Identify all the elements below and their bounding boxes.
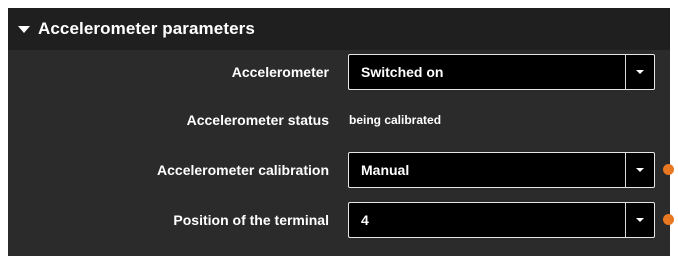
terminal-position-select[interactable]: 4 [348, 202, 655, 238]
section-title: Accelerometer parameters [38, 19, 255, 38]
row-terminal-position: Position of the terminal 4 [8, 202, 674, 238]
terminal-position-select-value: 4 [361, 212, 369, 228]
row-accelerometer-status: Accelerometer status being calibrated [8, 102, 670, 138]
accelerometer-panel: Accelerometer parameters Accelerometer S… [8, 8, 674, 256]
modified-indicator-dot [663, 164, 674, 175]
accelerometer-label: Accelerometer [231, 64, 329, 80]
chevron-down-icon [636, 70, 644, 74]
accelerometer-select-value: Switched on [361, 64, 444, 80]
accelerometer-calibration-dropdown-button[interactable] [625, 153, 654, 187]
terminal-position-label: Position of the terminal [173, 212, 329, 228]
section-header[interactable]: Accelerometer parameters [8, 8, 670, 50]
accelerometer-select[interactable]: Switched on [348, 54, 655, 90]
accelerometer-status-value: being calibrated [349, 113, 442, 127]
chevron-down-icon [636, 218, 644, 222]
caret-down-icon[interactable] [18, 25, 30, 33]
row-accelerometer: Accelerometer Switched on [8, 54, 670, 90]
accelerometer-calibration-label: Accelerometer calibration [157, 162, 329, 178]
accelerometer-status-label: Accelerometer status [186, 112, 329, 128]
chevron-down-icon [636, 168, 644, 172]
accelerometer-dropdown-button[interactable] [625, 55, 654, 89]
accelerometer-calibration-select[interactable]: Manual [348, 152, 655, 188]
modified-indicator-dot [663, 214, 674, 225]
terminal-position-dropdown-button[interactable] [625, 203, 654, 237]
row-accelerometer-calibration: Accelerometer calibration Manual [8, 152, 674, 188]
accelerometer-calibration-select-value: Manual [361, 162, 410, 178]
